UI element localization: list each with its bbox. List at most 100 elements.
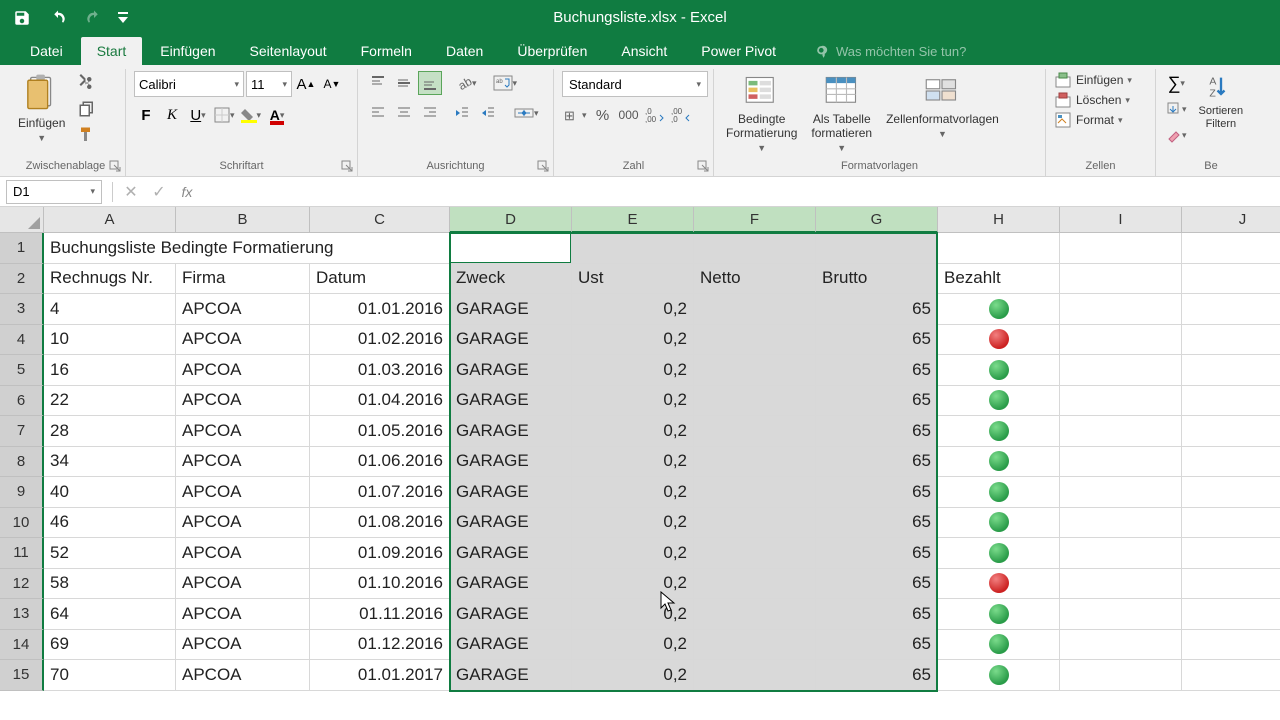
orientation-icon[interactable]: ab▾ [454, 71, 479, 95]
col-header-C[interactable]: C [310, 207, 450, 233]
cell-J14[interactable] [1182, 630, 1280, 661]
cell-C14[interactable]: 01.12.2016 [310, 630, 450, 661]
cell-F7[interactable] [694, 416, 816, 447]
underline-button[interactable]: U▾ [186, 103, 210, 127]
cell-C8[interactable]: 01.06.2016 [310, 447, 450, 478]
col-header-B[interactable]: B [176, 207, 310, 233]
cell-J1[interactable] [1182, 233, 1280, 264]
cell-I3[interactable] [1060, 294, 1182, 325]
formula-input[interactable] [207, 180, 1274, 204]
cell-F12[interactable] [694, 569, 816, 600]
cell-G9[interactable]: 65 [816, 477, 938, 508]
increase-indent-icon[interactable] [476, 101, 500, 125]
cell-C7[interactable]: 01.05.2016 [310, 416, 450, 447]
cell-C10[interactable]: 01.08.2016 [310, 508, 450, 539]
insert-function-icon[interactable]: fx [177, 182, 197, 202]
insert-cells-button[interactable]: Einfügen [1076, 73, 1123, 87]
conditional-formatting-button[interactable]: Bedingte Formatierung▼ [722, 71, 801, 155]
tab-review[interactable]: Überprüfen [501, 37, 603, 65]
cell-B15[interactable]: APCOA [176, 660, 310, 691]
align-bottom-icon[interactable] [418, 71, 442, 95]
row-header-10[interactable]: 10 [0, 508, 44, 539]
col-header-D[interactable]: D [450, 207, 572, 233]
cell-I15[interactable] [1060, 660, 1182, 691]
cell-E15[interactable]: 0,2 [572, 660, 694, 691]
row-header-12[interactable]: 12 [0, 569, 44, 600]
cell-G11[interactable]: 65 [816, 538, 938, 569]
clipboard-launcher[interactable] [109, 160, 123, 174]
row-header-7[interactable]: 7 [0, 416, 44, 447]
cell-F1[interactable] [694, 233, 816, 264]
cell-D14[interactable]: GARAGE [450, 630, 572, 661]
cell-A3[interactable]: 4 [44, 294, 176, 325]
row-header-3[interactable]: 3 [0, 294, 44, 325]
row-header-6[interactable]: 6 [0, 386, 44, 417]
cell-I9[interactable] [1060, 477, 1182, 508]
cell-C12[interactable]: 01.10.2016 [310, 569, 450, 600]
row-header-9[interactable]: 9 [0, 477, 44, 508]
cell-J10[interactable] [1182, 508, 1280, 539]
select-all-corner[interactable] [0, 207, 44, 233]
col-header-I[interactable]: I [1060, 207, 1182, 233]
cell-H12[interactable] [938, 569, 1060, 600]
accounting-format-icon[interactable]: ⊞▾ [562, 103, 589, 127]
cell-C6[interactable]: 01.04.2016 [310, 386, 450, 417]
cell-J9[interactable] [1182, 477, 1280, 508]
cell-H3[interactable] [938, 294, 1060, 325]
cell-J8[interactable] [1182, 447, 1280, 478]
cell-E12[interactable]: 0,2 [572, 569, 694, 600]
cell-A9[interactable]: 40 [44, 477, 176, 508]
copy-icon[interactable] [75, 97, 99, 121]
cell-E11[interactable]: 0,2 [572, 538, 694, 569]
cell-G8[interactable]: 65 [816, 447, 938, 478]
cell-E6[interactable]: 0,2 [572, 386, 694, 417]
cell-J2[interactable] [1182, 264, 1280, 295]
cell-G2[interactable]: Brutto [816, 264, 938, 295]
cancel-icon[interactable]: ✕ [121, 182, 141, 202]
cell-H10[interactable] [938, 508, 1060, 539]
cell-D6[interactable]: GARAGE [450, 386, 572, 417]
cell-H11[interactable] [938, 538, 1060, 569]
cell-I11[interactable] [1060, 538, 1182, 569]
tab-insert[interactable]: Einfügen [144, 37, 231, 65]
cell-F6[interactable] [694, 386, 816, 417]
font-launcher[interactable] [341, 160, 355, 174]
cell-G10[interactable]: 65 [816, 508, 938, 539]
cell-B7[interactable]: APCOA [176, 416, 310, 447]
cell-G7[interactable]: 65 [816, 416, 938, 447]
row-header-1[interactable]: 1 [0, 233, 44, 264]
cell-A14[interactable]: 69 [44, 630, 176, 661]
cell-I5[interactable] [1060, 355, 1182, 386]
cell-F5[interactable] [694, 355, 816, 386]
cell-E4[interactable]: 0,2 [572, 325, 694, 356]
cell-H2[interactable]: Bezahlt [938, 264, 1060, 295]
row-header-13[interactable]: 13 [0, 599, 44, 630]
cell-H5[interactable] [938, 355, 1060, 386]
cell-G3[interactable]: 65 [816, 294, 938, 325]
cell-I10[interactable] [1060, 508, 1182, 539]
cell-I12[interactable] [1060, 569, 1182, 600]
cell-D15[interactable]: GARAGE [450, 660, 572, 691]
col-header-G[interactable]: G [816, 207, 938, 233]
row-header-2[interactable]: 2 [0, 264, 44, 295]
tab-data[interactable]: Daten [430, 37, 499, 65]
cell-G4[interactable]: 65 [816, 325, 938, 356]
align-right-icon[interactable] [418, 101, 442, 125]
cell-H1[interactable] [938, 233, 1060, 264]
alignment-launcher[interactable] [537, 160, 551, 174]
cell-B4[interactable]: APCOA [176, 325, 310, 356]
cell-B14[interactable]: APCOA [176, 630, 310, 661]
cell-A8[interactable]: 34 [44, 447, 176, 478]
cell-J12[interactable] [1182, 569, 1280, 600]
cell-G14[interactable]: 65 [816, 630, 938, 661]
cell-G1[interactable] [816, 233, 938, 264]
format-as-table-button[interactable]: Als Tabelle formatieren▼ [807, 71, 876, 155]
cell-D7[interactable]: GARAGE [450, 416, 572, 447]
wrap-text-icon[interactable]: ab▾ [491, 71, 520, 95]
tab-formulas[interactable]: Formeln [345, 37, 428, 65]
number-launcher[interactable] [697, 160, 711, 174]
cell-H6[interactable] [938, 386, 1060, 417]
row-header-15[interactable]: 15 [0, 660, 44, 691]
cell-F8[interactable] [694, 447, 816, 478]
bold-button[interactable]: F [134, 103, 158, 127]
